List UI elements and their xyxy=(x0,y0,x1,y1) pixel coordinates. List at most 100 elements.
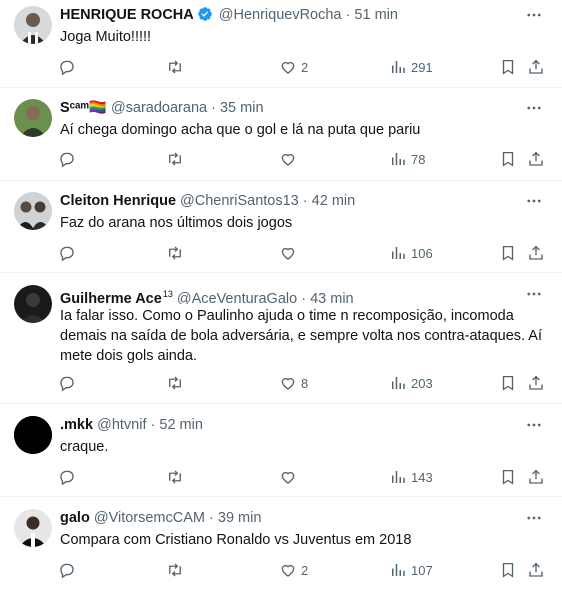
retweet-button[interactable] xyxy=(166,242,184,264)
timestamp[interactable]: 43 min xyxy=(310,291,354,304)
avatar[interactable] xyxy=(14,509,52,547)
more-options-icon[interactable] xyxy=(524,415,544,435)
retweet-button[interactable] xyxy=(166,148,184,170)
user-handle[interactable]: @VitorsemcCAM xyxy=(94,510,205,526)
tweet[interactable]: Guilherme Ace13 @AceVenturaGalo · 43 min… xyxy=(0,273,562,404)
timestamp[interactable]: 51 min xyxy=(354,7,398,23)
avatar[interactable] xyxy=(14,192,52,230)
share-icon xyxy=(529,469,543,484)
more-options-icon[interactable] xyxy=(524,508,544,528)
timestamp[interactable]: 35 min xyxy=(220,100,264,116)
view-count: 106 xyxy=(411,245,433,261)
tweet[interactable]: Sᶜᵃᵐ🏳️‍🌈 @saradoarana · 35 min Aí chega … xyxy=(0,88,562,181)
heart-icon xyxy=(281,471,295,484)
share-button[interactable] xyxy=(527,148,545,170)
bookmark-button[interactable] xyxy=(499,242,517,264)
share-button[interactable] xyxy=(527,242,545,264)
share-button[interactable] xyxy=(527,372,545,394)
share-button[interactable] xyxy=(527,559,545,581)
share-button[interactable] xyxy=(527,466,545,488)
tweet-text: Compara com Cristiano Ronaldo vs Juventu… xyxy=(60,532,412,548)
bookmark-button[interactable] xyxy=(499,559,517,581)
retweet-button[interactable] xyxy=(166,56,184,78)
views-button[interactable]: 106 xyxy=(389,242,433,264)
like-button[interactable]: 2 xyxy=(279,56,308,78)
display-name-superscript: 13 xyxy=(162,289,173,299)
user-handle[interactable]: @AceVenturaGalo xyxy=(177,291,297,304)
retweet-icon xyxy=(169,152,181,166)
display-name[interactable]: Cleiton Henrique xyxy=(60,193,176,209)
timestamp[interactable]: 42 min xyxy=(312,193,356,209)
display-name[interactable]: Guilherme Ace xyxy=(60,291,162,304)
views-icon xyxy=(392,377,405,389)
display-name[interactable]: HENRIQUE ROCHA xyxy=(60,7,194,23)
tweet-text: Aí chega domingo acha que o gol e lá na … xyxy=(60,122,421,138)
action-bar: 143 xyxy=(0,466,562,488)
user-handle[interactable]: @saradoarana xyxy=(111,100,207,116)
like-button[interactable] xyxy=(279,466,301,488)
reply-button[interactable] xyxy=(58,372,76,394)
separator: · xyxy=(302,193,308,209)
more-options-icon[interactable] xyxy=(524,98,544,118)
avatar[interactable] xyxy=(14,6,52,44)
tweet[interactable]: .mkk @htvnif · 52 min craque. 143 xyxy=(0,404,562,497)
user-handle[interactable]: @HenriquevRocha xyxy=(219,7,342,23)
reply-icon xyxy=(60,246,74,262)
avatar[interactable] xyxy=(14,416,52,454)
reply-button[interactable] xyxy=(58,466,76,488)
reply-button[interactable] xyxy=(58,242,76,264)
like-button[interactable] xyxy=(279,148,301,170)
more-options-icon[interactable] xyxy=(524,284,544,304)
views-button[interactable]: 78 xyxy=(389,148,425,170)
share-icon xyxy=(529,151,543,166)
share-icon xyxy=(529,375,543,390)
views-button[interactable]: 143 xyxy=(389,466,433,488)
bookmark-button[interactable] xyxy=(499,466,517,488)
user-handle[interactable]: @htvnif xyxy=(97,417,146,433)
share-icon xyxy=(529,245,543,260)
share-icon xyxy=(529,562,543,577)
timestamp[interactable]: 39 min xyxy=(218,510,262,526)
reply-icon xyxy=(60,563,74,579)
more-options-icon[interactable] xyxy=(524,5,544,25)
reply-icon xyxy=(60,470,74,486)
like-button[interactable] xyxy=(279,242,301,264)
views-button[interactable]: 107 xyxy=(389,559,433,581)
bookmark-button[interactable] xyxy=(499,148,517,170)
avatar[interactable] xyxy=(14,285,52,323)
display-name[interactable]: galo xyxy=(60,510,90,526)
display-name[interactable]: Sᶜᵃᵐ🏳️‍🌈 xyxy=(60,100,107,116)
tweet[interactable]: Cleiton Henrique @ChenriSantos13 · 42 mi… xyxy=(0,181,562,273)
reply-button[interactable] xyxy=(58,559,76,581)
retweet-button[interactable] xyxy=(166,559,184,581)
like-button[interactable]: 8 xyxy=(279,372,308,394)
more-options-icon[interactable] xyxy=(524,191,544,211)
tweet[interactable]: galo @VitorsemcCAM · 39 min Compara com … xyxy=(0,497,562,594)
bookmark-button[interactable] xyxy=(499,56,517,78)
bookmark-icon xyxy=(502,469,514,485)
user-handle[interactable]: @ChenriSantos13 xyxy=(180,193,299,209)
view-count: 78 xyxy=(411,151,426,167)
tweet-text: craque. xyxy=(60,439,109,455)
bookmark-button[interactable] xyxy=(499,372,517,394)
separator: · xyxy=(345,7,351,23)
display-name[interactable]: .mkk xyxy=(60,417,93,433)
like-button[interactable]: 2 xyxy=(279,559,308,581)
reply-button[interactable] xyxy=(58,56,76,78)
timestamp[interactable]: 52 min xyxy=(159,417,203,433)
heart-icon xyxy=(281,153,295,166)
avatar[interactable] xyxy=(14,99,52,137)
share-button[interactable] xyxy=(527,56,545,78)
views-button[interactable]: 203 xyxy=(389,372,433,394)
reply-button[interactable] xyxy=(58,148,76,170)
view-count: 291 xyxy=(411,59,433,75)
retweet-button[interactable] xyxy=(166,372,184,394)
tweet[interactable]: HENRIQUE ROCHA @HenriquevRocha · 51 min … xyxy=(0,0,562,88)
action-bar: 2 107 xyxy=(0,559,562,581)
retweet-button[interactable] xyxy=(166,466,184,488)
views-button[interactable]: 291 xyxy=(389,56,433,78)
heart-icon xyxy=(281,247,295,260)
tweet-header: Guilherme Ace13 @AceVenturaGalo · 43 min xyxy=(60,284,522,304)
reply-icon xyxy=(60,376,74,392)
share-icon xyxy=(529,59,543,74)
